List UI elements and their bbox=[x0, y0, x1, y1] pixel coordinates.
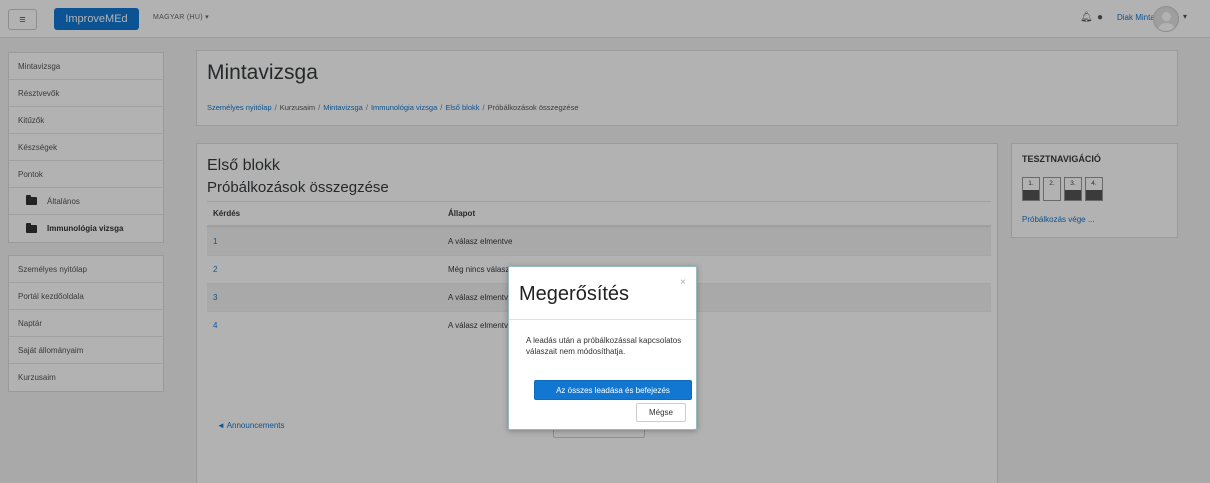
close-icon[interactable]: × bbox=[680, 277, 686, 288]
dialog-message: A leadás után a próbálkozással kapcsolat… bbox=[526, 336, 682, 356]
dialog-divider bbox=[509, 319, 696, 320]
dialog-title: Megerősítés bbox=[519, 283, 630, 305]
confirmation-dialog: Megerősítés × A leadás után a próbálkozá… bbox=[508, 266, 697, 430]
submit-and-finish-button[interactable]: Az összes leadása és befejezés bbox=[534, 380, 692, 400]
cancel-button[interactable]: Mégse bbox=[636, 403, 686, 422]
